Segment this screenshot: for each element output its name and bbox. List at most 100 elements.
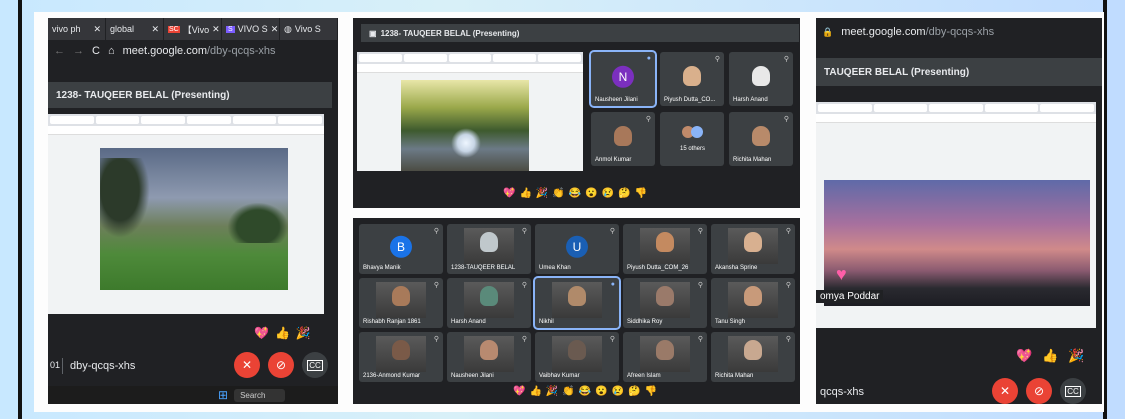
surprised-reaction-icon[interactable]: 😮: [595, 386, 607, 397]
tab-favicon-icon: S: [226, 25, 235, 33]
clap-reaction-icon[interactable]: 👏: [562, 386, 574, 397]
participant-tile[interactable]: ⚲ 2136-Anmond Kumar: [359, 332, 443, 382]
thumbs-up-reaction-icon[interactable]: 👍: [519, 188, 531, 199]
sad-reaction-icon[interactable]: 😢: [612, 386, 624, 397]
participant-tile[interactable]: ⚲ Afreen Islam: [623, 332, 707, 382]
mic-off-button[interactable]: ✕: [234, 352, 260, 378]
mic-muted-icon: ⚲: [521, 282, 527, 289]
mic-muted-icon: ⚲: [609, 228, 615, 235]
taskbar-search[interactable]: Search: [234, 388, 286, 402]
heart-reaction-icon[interactable]: 💖: [254, 326, 269, 340]
captions-button[interactable]: CC: [302, 352, 328, 378]
tab-favicon-icon: SC: [168, 25, 180, 33]
close-icon[interactable]: ✕: [151, 24, 159, 35]
thumbs-down-reaction-icon[interactable]: 👎: [645, 386, 657, 397]
mic-muted-icon: ⚲: [785, 228, 791, 235]
participant-tile[interactable]: ⚲ Vaibhav Kumar: [535, 332, 619, 382]
participant-name: Vaibhav Kumar: [539, 373, 580, 379]
windows-start-icon[interactable]: ⊞: [218, 388, 228, 402]
mic-muted-icon: ⚲: [783, 56, 789, 63]
thumbs-up-reaction-icon[interactable]: 👍: [529, 386, 541, 397]
heart-reaction-icon[interactable]: 💖: [1016, 348, 1032, 364]
party-reaction-icon[interactable]: 🎉: [546, 386, 558, 397]
mic-muted-icon: ⚲: [433, 228, 439, 235]
presenting-banner: ▣ 1238- TAUQEER BELAL (Presenting): [361, 24, 799, 42]
browser-tab[interactable]: vivo ph ✕: [48, 18, 106, 40]
participant-tile[interactable]: ⚲ Harsh Anand: [447, 278, 531, 328]
browser-tab[interactable]: SC 【Vivo ✕: [164, 18, 222, 40]
speaking-indicator-icon: ●: [610, 281, 615, 288]
participant-tile[interactable]: U ⚲ Umea Khan: [535, 224, 619, 274]
meet-window-top-center: ▣ 1238- TAUQEER BELAL (Presenting) N ● N…: [353, 18, 800, 208]
reload-icon[interactable]: C: [92, 45, 100, 57]
participant-tile[interactable]: ⚲ Akansha Sprine: [711, 224, 795, 274]
browser-tab[interactable]: global ✕: [106, 18, 164, 40]
participant-video: [375, 282, 427, 318]
mic-muted-icon: ⚲: [714, 56, 720, 63]
participant-tile[interactable]: ● Nikhil: [533, 276, 621, 330]
participant-tile[interactable]: ⚲ Anmol Kumar: [591, 112, 655, 166]
participant-name: Nausheen Jilani: [595, 97, 638, 103]
thumbs-down-reaction-icon[interactable]: 👎: [635, 188, 647, 199]
participant-tile[interactable]: ⚲ Richita Mahan: [711, 332, 795, 382]
browser-tab[interactable]: S VIVO S ✕: [222, 18, 280, 40]
browser-tab[interactable]: ◍ Vivo S: [280, 18, 338, 40]
forward-arrow-icon[interactable]: →: [73, 45, 84, 57]
laugh-reaction-icon[interactable]: 😂: [569, 188, 581, 199]
sad-reaction-icon[interactable]: 😢: [602, 188, 614, 199]
close-icon[interactable]: ✕: [271, 24, 279, 35]
presenting-banner: TAUQEER BELAL (Presenting): [816, 58, 1102, 86]
participant-tile[interactable]: ⚲ Nausheen Jilani: [447, 332, 531, 382]
clap-reaction-icon[interactable]: 👏: [552, 188, 564, 199]
participant-tile[interactable]: B ⚲ Bhavya Manik: [359, 224, 443, 274]
camera-off-button[interactable]: ⊘: [1026, 378, 1052, 404]
close-icon[interactable]: ✕: [212, 24, 220, 35]
home-icon[interactable]: ⌂: [108, 45, 115, 57]
participant-tile[interactable]: ⚲ 1238-TAUQEER BELAL: [447, 224, 531, 274]
thumbs-up-reaction-icon[interactable]: 👍: [275, 326, 290, 340]
participant-name: Nausheen Jilani: [451, 373, 494, 379]
mic-off-icon: ✕: [999, 384, 1011, 398]
laugh-reaction-icon[interactable]: 😂: [579, 386, 591, 397]
heart-reaction-icon[interactable]: 💖: [513, 386, 525, 397]
participant-tile[interactable]: ⚲ Piyush Dutta_CO...: [660, 52, 724, 106]
participant-video: [639, 228, 691, 264]
participant-name: Bhavya Manik: [363, 265, 401, 271]
participant-video: [752, 66, 770, 87]
thumbs-up-reaction-icon[interactable]: 👍: [1042, 348, 1058, 364]
collage: vivo ph ✕ global ✕ SC 【Vivo ✕ S VIVO S ✕ ◍ Vivo…: [34, 12, 1104, 412]
captions-button[interactable]: CC: [1060, 378, 1086, 404]
speaker-caption: omya Poddar: [816, 290, 884, 303]
back-arrow-icon[interactable]: ←: [54, 45, 65, 57]
participant-tile[interactable]: ⚲ Siddhika Roy: [623, 278, 707, 328]
party-reaction-icon[interactable]: 🎉: [536, 188, 548, 199]
url-host: meet.google.com: [841, 26, 926, 38]
participant-video: [551, 282, 603, 318]
participant-name: Piyush Dutta_CO...: [664, 97, 716, 103]
participant-tile[interactable]: ⚲ Piyush Dutta_COM_26: [623, 224, 707, 274]
participant-video: [727, 228, 779, 264]
party-reaction-icon[interactable]: 🎉: [1068, 348, 1084, 364]
participant-video: [639, 282, 691, 318]
address-bar[interactable]: ← → C ⌂ meet.google.com/dby-qcqs-xhs: [48, 40, 338, 62]
participant-tile[interactable]: N ● Nausheen Jilani: [589, 50, 657, 108]
url-host: meet.google.com: [122, 45, 207, 57]
thinking-reaction-icon[interactable]: 🤔: [628, 386, 640, 397]
heart-reaction-icon[interactable]: 💖: [503, 188, 515, 199]
shared-screen: [357, 52, 583, 180]
surprised-reaction-icon[interactable]: 😮: [585, 188, 597, 199]
address-bar[interactable]: 🔒 meet.google.com/dby-qcqs-xhs: [816, 22, 1102, 42]
participant-tile[interactable]: ⚲ Rishabh Ranjan 1861: [359, 278, 443, 328]
thinking-reaction-icon[interactable]: 🤔: [618, 188, 630, 199]
camera-off-icon: ⊘: [275, 358, 287, 372]
mic-off-button[interactable]: ✕: [992, 378, 1018, 404]
party-reaction-icon[interactable]: 🎉: [296, 326, 311, 340]
participant-tile[interactable]: ⚲ Harsh Anand: [729, 52, 793, 106]
participant-tile[interactable]: ⚲ Tanu Singh: [711, 278, 795, 328]
close-icon[interactable]: ✕: [93, 24, 101, 35]
participant-video: [727, 336, 779, 372]
participant-tile[interactable]: 15 others: [660, 112, 724, 166]
meet-window-right: 🔒 meet.google.com/dby-qcqs-xhs TAUQEER B…: [816, 18, 1102, 404]
camera-off-button[interactable]: ⊘: [268, 352, 294, 378]
participant-tile[interactable]: ⚲ Richita Mahan: [729, 112, 793, 166]
